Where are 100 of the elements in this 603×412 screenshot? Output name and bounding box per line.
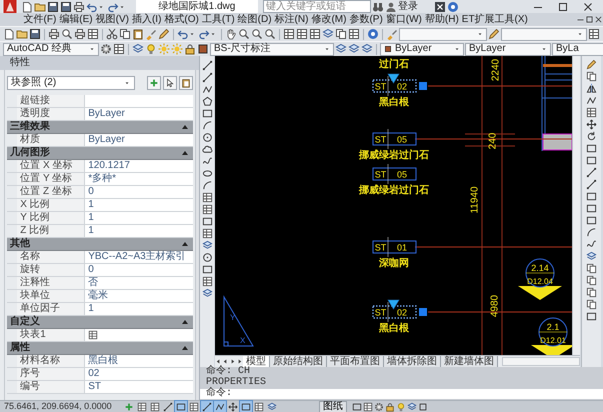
selection-dropdown[interactable]: 块参照 (2)	[7, 76, 136, 90]
property-value[interactable]: 0	[85, 186, 194, 198]
arc-icon[interactable]	[202, 120, 212, 131]
grid-icon[interactable]	[348, 28, 360, 40]
line-icon[interactable]	[586, 167, 597, 178]
copy-icon[interactable]	[335, 28, 347, 40]
section-header[interactable]: 自定义	[7, 316, 194, 329]
redo-icon[interactable]	[198, 28, 210, 40]
rectangle-icon[interactable]	[586, 215, 597, 226]
layers-icon[interactable]	[361, 43, 373, 55]
ellipse-icon[interactable]	[202, 168, 212, 179]
menu-item[interactable]: 标注(N)	[273, 13, 310, 26]
grid-icon[interactable]	[202, 204, 212, 215]
property-value[interactable]: 1	[85, 199, 194, 211]
panel-button[interactable]	[179, 76, 194, 90]
status-toggle[interactable]	[188, 401, 200, 412]
tag-frame[interactable]	[372, 305, 417, 319]
circle-icon[interactable]	[202, 132, 212, 143]
property-value[interactable]: ByLayer	[85, 108, 194, 120]
copy-icon[interactable]	[586, 263, 597, 274]
status-toggle[interactable]	[240, 401, 252, 412]
rectangle-icon[interactable]	[202, 216, 212, 227]
section-header[interactable]: 其他	[7, 238, 194, 251]
copy-icon[interactable]	[586, 71, 597, 82]
layer-dropdown[interactable]: BS-尺寸标注	[210, 42, 334, 56]
tag-frame[interactable]	[372, 240, 416, 254]
grid-icon[interactable]	[202, 228, 212, 239]
brush-icon[interactable]	[145, 28, 157, 40]
workspace-dropdown[interactable]: AutoCAD 经典	[3, 42, 99, 56]
menu-item[interactable]: 帮助(H)	[423, 13, 460, 26]
menu-item[interactable]: 编辑(E)	[58, 13, 94, 26]
section-header[interactable]: 三维效果	[7, 121, 194, 134]
grid-icon[interactable]	[588, 28, 600, 40]
property-value[interactable]: 1	[85, 225, 194, 237]
layers-icon[interactable]	[407, 402, 417, 412]
collapse-icon[interactable]	[181, 240, 190, 248]
paper-space-button[interactable]: 图纸	[319, 400, 347, 412]
magnifier-icon[interactable]	[264, 28, 276, 40]
line-icon[interactable]	[202, 72, 212, 83]
insertion-marker-icon[interactable]	[387, 74, 400, 84]
menu-item[interactable]: 参数(P)	[348, 13, 384, 26]
menu-item[interactable]: 视图(V)	[94, 13, 130, 26]
rectangle-icon[interactable]	[202, 264, 212, 275]
rectangle-icon[interactable]	[202, 108, 212, 119]
property-value[interactable]: 02	[85, 368, 194, 380]
copy-icon[interactable]	[586, 299, 597, 310]
collapse-icon[interactable]	[181, 344, 190, 352]
property-value[interactable]: 1	[85, 303, 194, 315]
property-value[interactable]: 毫米	[85, 290, 194, 302]
property-value[interactable]: 120.1217	[85, 160, 194, 172]
copy-icon[interactable]	[586, 287, 597, 298]
grid-icon[interactable]	[202, 192, 212, 203]
linetype-dropdown[interactable]: ByLayer	[465, 42, 551, 56]
hand-icon[interactable]	[225, 28, 237, 40]
rectangle-icon[interactable]	[586, 311, 597, 322]
grid-icon[interactable]	[586, 107, 597, 118]
lock-icon[interactable]	[184, 43, 196, 55]
property-value[interactable]: 0	[85, 264, 194, 276]
status-toggle[interactable]	[214, 401, 226, 412]
rectangle-icon[interactable]	[586, 203, 597, 214]
cloud-icon[interactable]	[202, 144, 212, 155]
status-toggle[interactable]	[227, 401, 239, 412]
menu-item[interactable]: 插入(I)	[130, 13, 163, 26]
color-dropdown[interactable]: ByLayer	[380, 42, 464, 56]
tag-frame[interactable]	[372, 168, 416, 180]
arc-icon[interactable]	[202, 180, 212, 191]
property-value[interactable]: 否	[85, 277, 194, 289]
undo-icon[interactable]	[86, 0, 98, 12]
rectangle-icon[interactable]	[352, 402, 362, 412]
layout-tab[interactable]: 模型	[243, 356, 270, 367]
layers-icon[interactable]	[202, 288, 212, 299]
menu-item[interactable]: 文件(F)	[22, 13, 58, 26]
maximize-icon[interactable]	[418, 402, 428, 412]
section-header[interactable]: 属性	[7, 342, 194, 355]
command-input[interactable]: 命令:	[200, 389, 603, 399]
undo-icon[interactable]	[177, 28, 189, 40]
menu-item[interactable]: 窗口(W)	[384, 13, 424, 26]
status-toggle[interactable]	[162, 401, 174, 412]
layers-icon[interactable]	[202, 240, 212, 251]
layers-icon[interactable]	[322, 28, 334, 40]
maximize-icon[interactable]	[585, 15, 594, 24]
grid-icon[interactable]	[87, 28, 99, 40]
polyline-icon[interactable]	[586, 95, 597, 106]
cross-tile-icon[interactable]	[434, 0, 446, 12]
rotate-icon[interactable]	[586, 131, 597, 142]
magnifier-icon[interactable]	[61, 28, 73, 40]
status-toggle[interactable]	[266, 401, 278, 412]
sign-in-link[interactable]: 登录	[398, 0, 418, 12]
printer-icon[interactable]	[48, 28, 60, 40]
magnifier-icon[interactable]	[251, 28, 263, 40]
scissors-icon[interactable]	[106, 28, 118, 40]
collapse-icon[interactable]	[181, 318, 190, 326]
grip-handle[interactable]	[419, 308, 427, 316]
gear-icon[interactable]	[100, 43, 112, 55]
swatch-icon[interactable]	[197, 43, 209, 55]
move-icon[interactable]	[586, 119, 597, 130]
line-icon[interactable]	[202, 60, 212, 71]
binoculars-icon[interactable]	[372, 0, 384, 12]
property-value[interactable]: ByLayer	[85, 134, 194, 146]
layout-tab[interactable]: 平面布置图	[327, 356, 384, 367]
